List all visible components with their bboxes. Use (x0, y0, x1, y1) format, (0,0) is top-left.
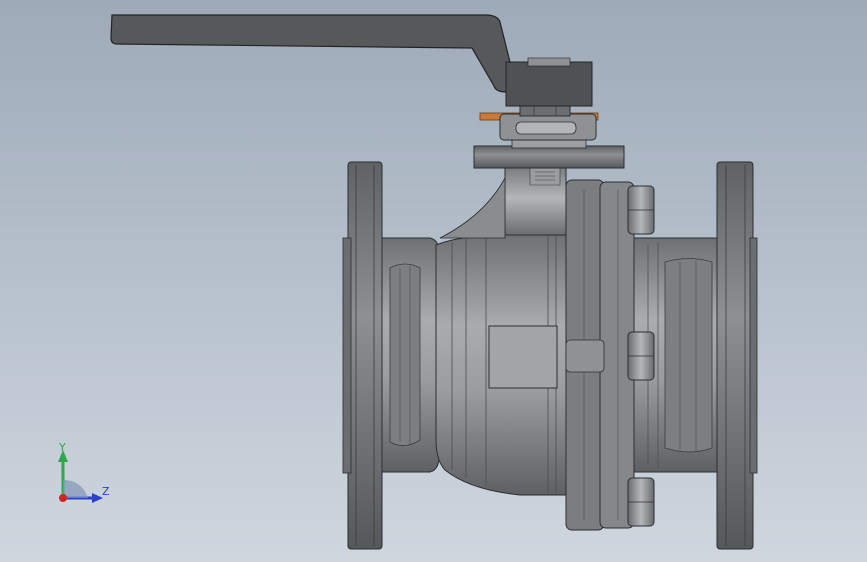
axis-z-label: Z (102, 485, 110, 498)
bolt-top (627, 185, 655, 235)
left-hub (381, 237, 441, 473)
bonnet-neck (439, 167, 567, 239)
axis-y-label: Y (59, 441, 66, 454)
body-flange-joint (565, 179, 635, 531)
lever-handle (110, 14, 593, 107)
right-flange (716, 161, 758, 550)
valve-body (435, 234, 571, 496)
cad-viewport[interactable]: Y Z (0, 0, 867, 562)
ball-valve-model[interactable] (0, 0, 867, 562)
bolt-middle (627, 331, 655, 381)
coordinate-triad: Y Z (48, 440, 118, 510)
bolt-bottom (627, 477, 655, 527)
left-flange (342, 161, 383, 550)
mounting-pad (473, 139, 625, 169)
